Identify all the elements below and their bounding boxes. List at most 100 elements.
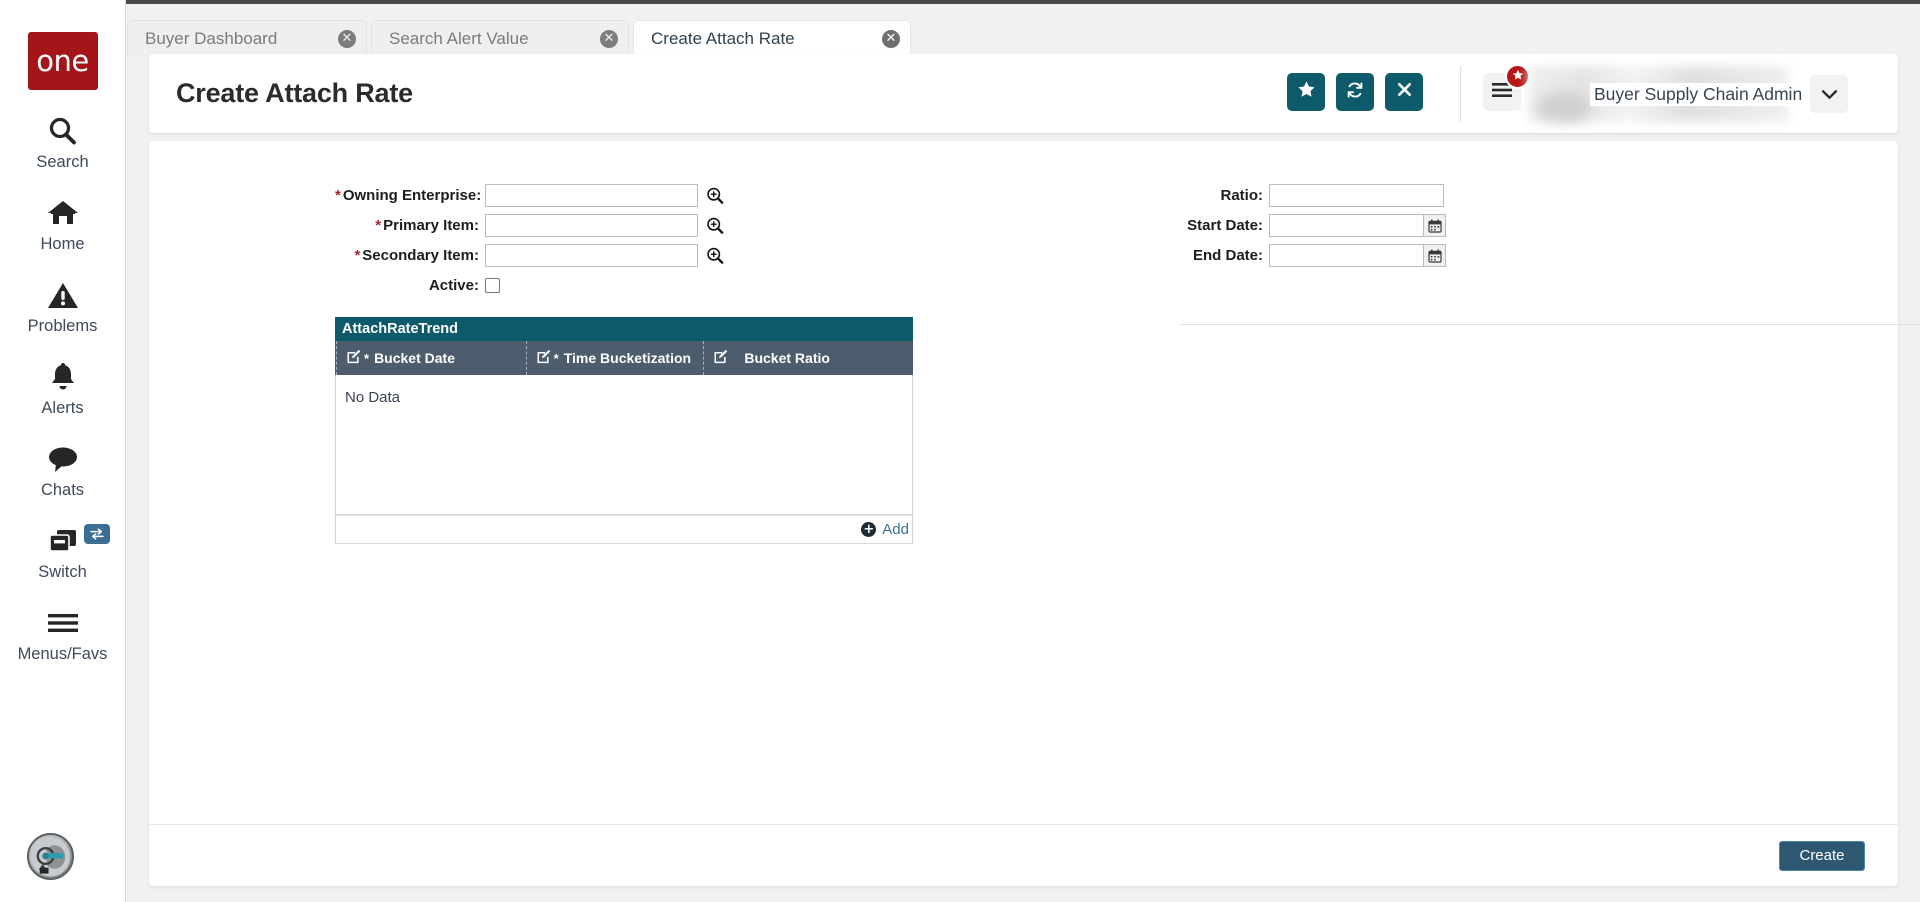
column-header-bucket-date[interactable]: * Bucket Date	[336, 341, 526, 375]
tab-label: Buyer Dashboard	[145, 28, 278, 48]
sidebar-item-problems[interactable]: Problems	[0, 276, 126, 336]
create-button[interactable]: Create	[1779, 840, 1865, 871]
header-divider	[1460, 66, 1461, 122]
edit-pencil-icon	[713, 349, 728, 367]
label-end-date: End Date:	[1192, 247, 1263, 264]
right-column-divider	[1179, 324, 1920, 325]
tab-search-alert-value[interactable]: Search Alert Value ✕	[371, 20, 629, 56]
zoom-search-icon[interactable]	[706, 217, 724, 235]
avatar	[1536, 92, 1591, 122]
ai-assistant-avatar-icon[interactable]	[27, 833, 74, 880]
required-asterisk: *	[375, 217, 382, 234]
tab-label: Create Attach Rate	[651, 28, 795, 48]
tab-buyer-dashboard[interactable]: Buyer Dashboard ✕	[127, 20, 367, 56]
brand-text: one	[36, 43, 89, 78]
primary-item-input[interactable]	[485, 214, 698, 237]
sidebar-label-alerts: Alerts	[41, 399, 84, 417]
label-owning-enterprise: * Owning Enterprise:	[335, 187, 482, 204]
close-circle-icon[interactable]: ✕	[600, 29, 618, 48]
label-secondary-item: * Secondary Item:	[354, 247, 479, 264]
column-header-time-bucketization[interactable]: * Time Bucketization	[525, 341, 704, 375]
end-date-input[interactable]	[1269, 244, 1424, 267]
close-button[interactable]	[1385, 73, 1423, 111]
panel-title: AttachRateTrend	[335, 317, 913, 341]
calendar-icon[interactable]	[1424, 244, 1446, 267]
user-role-label: Buyer Supply Chain Admin	[1590, 83, 1807, 106]
edit-pencil-icon	[346, 349, 361, 367]
page-header: Create Attach Rate Buyer Supply Chain Ad…	[149, 54, 1898, 133]
refresh-icon	[1345, 80, 1365, 105]
close-circle-icon[interactable]: ✕	[338, 29, 356, 48]
field-primary-item: * Primary Item:	[335, 213, 724, 238]
exchange-arrows-icon[interactable]	[83, 524, 110, 544]
favorite-button[interactable]	[1287, 73, 1325, 111]
attach-rate-trend-panel: AttachRateTrend * Bucket Date * Time Buc…	[335, 317, 913, 544]
app-root: one Search Home Problems Alerts Chats Sw…	[0, 0, 1920, 902]
plus-circle-icon: +	[861, 522, 877, 537]
refresh-button[interactable]	[1336, 73, 1374, 111]
header-menu-button[interactable]	[1483, 64, 1530, 111]
label-active: Active:	[428, 277, 479, 294]
owning-enterprise-input[interactable]	[485, 184, 698, 207]
add-row-label: Add	[882, 521, 909, 538]
one-network-logo[interactable]: one	[27, 32, 98, 90]
edit-pencil-icon	[536, 349, 551, 367]
sidebar-item-alerts[interactable]: Alerts	[0, 358, 126, 418]
field-start-date: Start Date:	[1179, 213, 1446, 238]
field-secondary-item: * Secondary Item:	[335, 243, 724, 268]
close-circle-icon[interactable]: ✕	[882, 29, 900, 48]
warning-triangle-icon	[47, 276, 79, 314]
star-icon	[1297, 80, 1316, 104]
tab-create-attach-rate[interactable]: Create Attach Rate ✕	[633, 20, 911, 56]
search-icon	[47, 112, 79, 150]
grid-body: No Data	[335, 375, 913, 515]
field-active: Active:	[335, 273, 724, 298]
hamburger-icon	[46, 604, 80, 642]
column-header-label: Bucket Date	[374, 350, 455, 366]
column-header-bucket-ratio[interactable]: Bucket Ratio	[703, 341, 913, 375]
tab-label: Search Alert Value	[389, 28, 529, 48]
sidebar-label-search: Search	[36, 153, 89, 171]
star-icon	[1512, 68, 1524, 86]
home-icon	[46, 194, 80, 232]
sidebar-label-chats: Chats	[40, 481, 85, 499]
form-card: * Owning Enterprise: * Primary Item: * Seco…	[149, 141, 1920, 886]
field-end-date: End Date:	[1179, 243, 1446, 268]
column-header-label: Time Bucketization	[563, 350, 692, 366]
active-checkbox[interactable]	[485, 278, 500, 293]
required-asterisk: *	[553, 350, 559, 366]
label-ratio: Ratio:	[1220, 187, 1264, 204]
header-action-group	[1287, 73, 1423, 111]
form-column-right: Ratio: Start Date: End Date:	[1179, 183, 1446, 273]
calendar-icon[interactable]	[1424, 214, 1446, 237]
grid-footer: + Add	[335, 515, 913, 544]
windows-stack-icon	[46, 522, 80, 560]
required-asterisk: *	[335, 187, 341, 204]
chat-bubble-icon	[46, 440, 80, 478]
add-row-button[interactable]: + Add	[861, 521, 909, 538]
sidebar-label-home: Home	[40, 235, 85, 253]
required-asterisk: *	[364, 350, 370, 366]
sidebar-label-problems: Problems	[27, 317, 98, 335]
start-date-input[interactable]	[1269, 214, 1424, 237]
sidebar-item-search[interactable]: Search	[0, 112, 126, 172]
chevron-down-icon[interactable]	[1810, 75, 1848, 113]
sidebar-item-menus-favs[interactable]: Menus/Favs	[0, 604, 126, 664]
user-account-menu[interactable]: Buyer Supply Chain Admin	[1528, 66, 1848, 122]
form-column-left: * Owning Enterprise: * Primary Item: * Seco…	[335, 183, 724, 303]
secondary-item-input[interactable]	[485, 244, 698, 267]
label-start-date: Start Date:	[1187, 217, 1263, 234]
required-asterisk: *	[354, 247, 361, 264]
page-title: Create Attach Rate	[176, 78, 413, 108]
sidebar-item-switch[interactable]: Switch	[0, 522, 126, 582]
field-owning-enterprise: * Owning Enterprise:	[335, 183, 724, 208]
ratio-input[interactable]	[1269, 184, 1444, 207]
grid-empty-message: No Data	[345, 389, 401, 406]
sidebar-item-home[interactable]: Home	[0, 194, 126, 254]
zoom-search-icon[interactable]	[706, 187, 724, 205]
x-icon	[1396, 81, 1413, 103]
zoom-search-icon[interactable]	[706, 247, 724, 265]
menu-favorites-badge	[1505, 64, 1530, 89]
form-area: * Owning Enterprise: * Primary Item: * Seco…	[149, 141, 1920, 824]
sidebar-item-chats[interactable]: Chats	[0, 440, 126, 500]
